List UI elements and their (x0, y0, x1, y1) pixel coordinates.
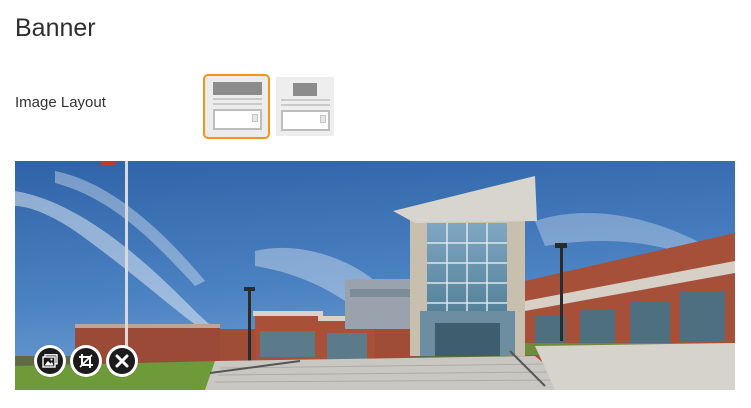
layout-sidebar-block (252, 114, 258, 122)
image-layout-label: Image Layout (15, 94, 106, 111)
crop-image-button[interactable] (70, 345, 102, 377)
image-icon (42, 354, 58, 368)
layout-text-line (213, 98, 262, 100)
layout-content-box (281, 110, 330, 131)
layout-sidebar-block (320, 115, 326, 123)
remove-image-button[interactable] (106, 345, 138, 377)
layout-option-centered[interactable] (276, 77, 334, 136)
layout-banner-bar (213, 82, 262, 95)
layout-text-line (281, 99, 330, 101)
layout-content-box (213, 109, 262, 130)
crop-icon (78, 353, 94, 369)
change-image-button[interactable] (34, 345, 66, 377)
close-icon (115, 354, 129, 368)
layout-option-full-width[interactable] (203, 74, 270, 139)
layout-text-line (281, 104, 330, 106)
layout-banner-bar (293, 83, 317, 96)
page-title: Banner (15, 14, 96, 42)
layout-text-line (213, 103, 262, 105)
